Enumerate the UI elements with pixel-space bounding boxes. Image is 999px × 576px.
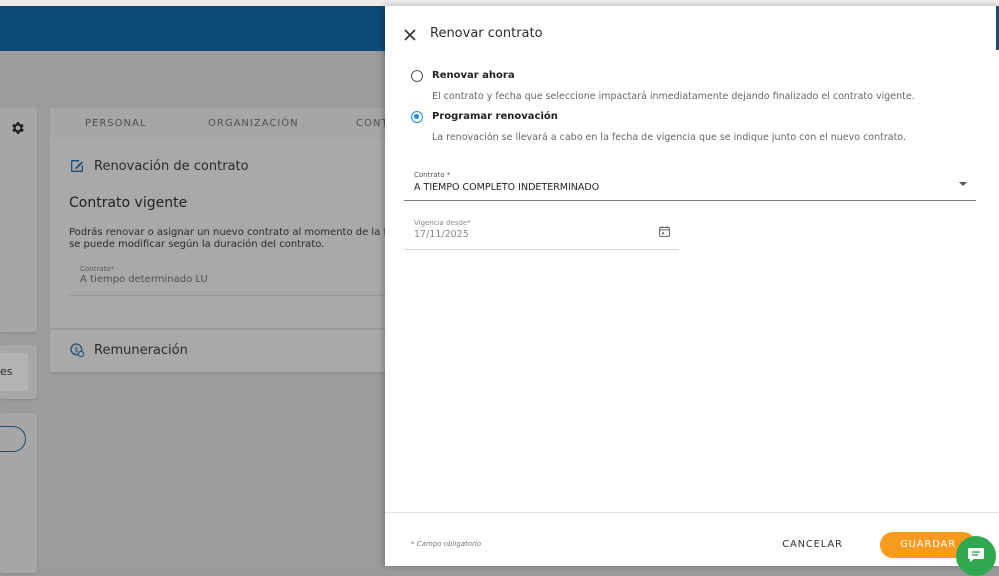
renew-now-radio[interactable] xyxy=(411,70,423,82)
renewal-section-title: Renovación de contrato xyxy=(94,159,249,174)
calendar-icon[interactable] xyxy=(658,225,671,238)
svg-text:$: $ xyxy=(74,346,78,354)
money-icon: $ xyxy=(70,343,85,358)
current-contract-label: Contrato* xyxy=(80,265,115,273)
valid-from-label: Vigencia desde* xyxy=(414,219,471,227)
renew-now-description: El contrato y fecha que seleccione impac… xyxy=(432,91,915,102)
required-field-note: * Campo obligatorio xyxy=(411,540,482,548)
tab-contrato[interactable]: CONT xyxy=(356,118,388,129)
contract-select-value[interactable]: A TIEMPO COMPLETO INDETERMINADO xyxy=(414,182,599,193)
chat-button[interactable] xyxy=(956,536,996,576)
tab-personal[interactable]: PERSONAL xyxy=(85,118,146,129)
field-underline xyxy=(69,295,389,296)
outline-button[interactable] xyxy=(0,426,26,452)
edit-document-icon xyxy=(71,160,83,172)
left-side-card xyxy=(0,108,37,332)
description-line: Podrás renovar o asignar un nuevo contra… xyxy=(69,227,389,238)
cancel-button[interactable]: CANCELAR xyxy=(775,536,850,554)
field-underline xyxy=(404,200,976,201)
contract-select-label: Contrato * xyxy=(414,171,451,179)
remuneration-section-title: Remuneración xyxy=(94,343,188,358)
schedule-renewal-label[interactable]: Programar renovación xyxy=(432,111,558,122)
tabs-bar: PERSONAL ORGANIZACIÓN CONT xyxy=(50,108,390,138)
schedule-renewal-radio[interactable] xyxy=(411,111,423,123)
close-icon[interactable] xyxy=(402,27,418,43)
schedule-renewal-description: La renovación se llevará a cabo en la fe… xyxy=(432,132,906,143)
drawer-title: Renovar contrato xyxy=(430,26,543,41)
current-contract-heading: Contrato vigente xyxy=(69,195,188,211)
field-underline xyxy=(404,249,679,250)
gear-icon[interactable] xyxy=(10,120,26,136)
current-contract-value: A tiempo determinado LU xyxy=(80,274,208,285)
chevron-down-icon[interactable] xyxy=(959,182,967,186)
chat-icon xyxy=(968,548,984,562)
current-contract-description: Podrás renovar o asignar un nuevo contra… xyxy=(69,227,389,251)
description-line: se puede modificar según la duración del… xyxy=(69,239,325,250)
nav-pill-label: es xyxy=(0,365,13,378)
footer-divider xyxy=(385,512,999,513)
valid-from-value[interactable]: 17/11/2025 xyxy=(414,229,469,240)
left-side-card: es xyxy=(0,345,37,399)
renew-contract-drawer: Renovar contrato Renovar ahora El contra… xyxy=(385,6,999,566)
renew-now-label[interactable]: Renovar ahora xyxy=(432,70,515,81)
tab-organizacion[interactable]: ORGANIZACIÓN xyxy=(208,118,299,129)
